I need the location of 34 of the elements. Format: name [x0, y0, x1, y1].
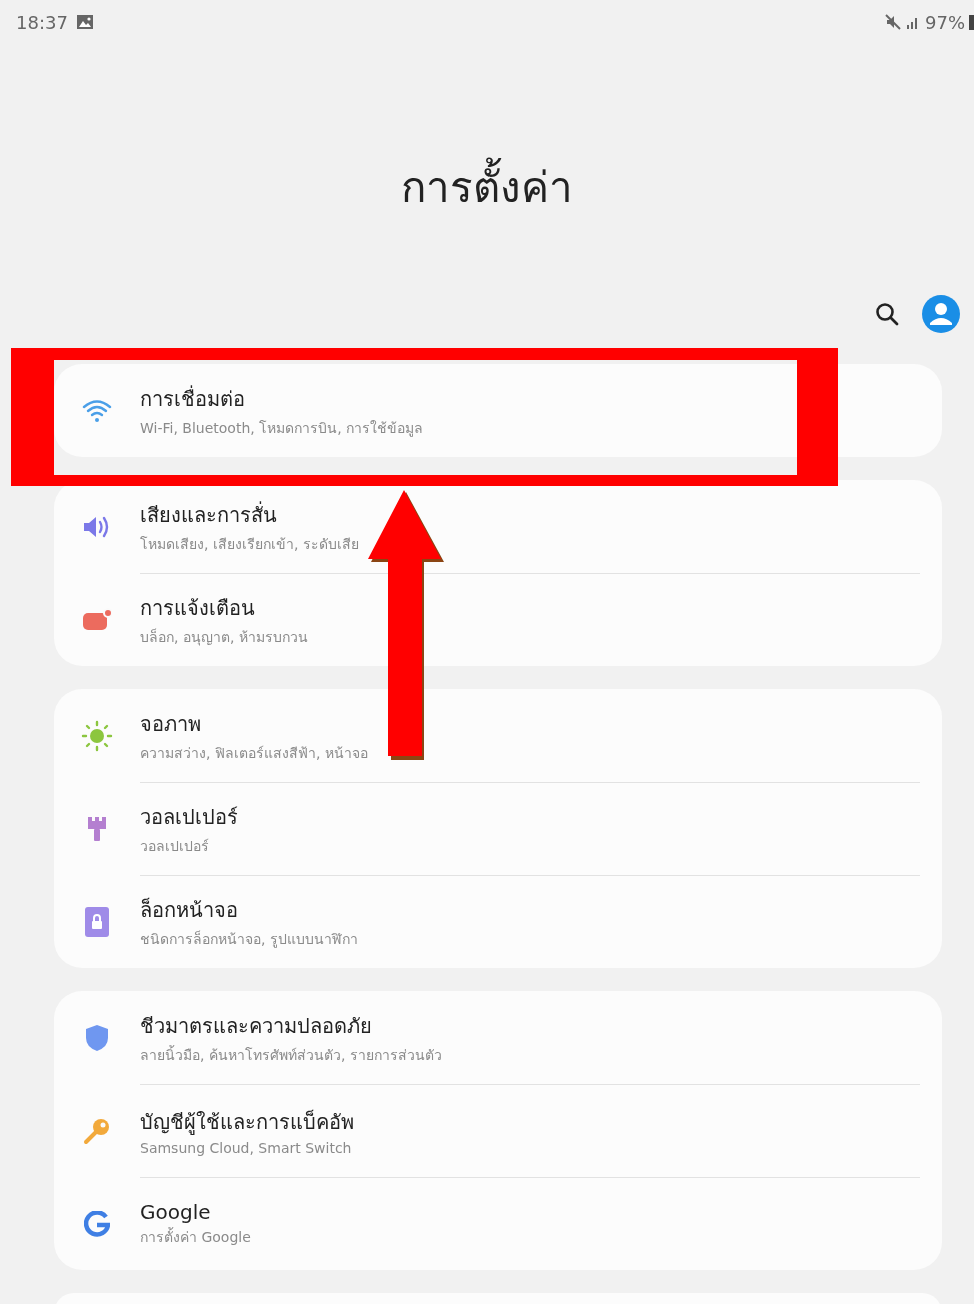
item-title: วอลเปเปอร์ [140, 803, 238, 831]
item-title: เสียงและการสั่น [140, 500, 277, 529]
wifi-icon [82, 398, 112, 423]
page-title: การตั้งค่า [0, 44, 974, 216]
search-icon[interactable] [874, 301, 900, 327]
google-g-icon [84, 1210, 110, 1237]
notification-icon [82, 607, 112, 632]
item-subtitle: Wi-Fi, Bluetooth, โหมดการบิน, การใช้ข้อมูล [140, 418, 424, 439]
lock-icon [84, 905, 110, 938]
item-subtitle: Samsung Cloud, Smart Switch [140, 1139, 352, 1156]
item-title: จอภาพ [140, 710, 201, 738]
item-title: ชีวมาตรและความปลอดภัย [140, 1012, 372, 1040]
sun-icon [81, 719, 113, 752]
key-icon [83, 1116, 111, 1145]
item-subtitle: การตั้งค่า Google [140, 1226, 251, 1247]
image-icon [75, 14, 94, 30]
battery-percent: 97% [925, 11, 965, 33]
shield-icon [85, 1023, 109, 1052]
item-subtitle: ชนิดการล็อกหน้าจอ, รูปแบบนาฬิกา [140, 929, 358, 950]
item-title: ล็อกหน้าจอ [140, 896, 238, 924]
paintbrush-icon [86, 814, 108, 843]
mute-icon [885, 14, 901, 30]
item-subtitle: ความสว่าง, ฟิลเตอร์แสงสีฟ้า, หน้าจอ [140, 743, 368, 763]
item-subtitle: วอลเปเปอร์ [140, 836, 209, 856]
profile-icon[interactable] [922, 295, 960, 333]
item-title: บัญชีผู้ใช้และการแบ็คอัพ [140, 1108, 354, 1137]
item-subtitle: บล็อก, อนุญาต, ห้ามรบกวน [140, 627, 308, 648]
item-subtitle: ลายนิ้วมือ, ค้นหาโทรศัพท์ส่วนตัว, รายการส่วนตัว [140, 1044, 442, 1065]
item-title: การเชื่อมต่อ [140, 384, 245, 413]
item-subtitle: โหมดเสียง, เสียงเรียกเข้า, ระดับเสีย [140, 534, 359, 554]
item-title: การแจ้งเตือน [140, 594, 255, 622]
battery-icon [969, 14, 974, 30]
item-title: Google [140, 1199, 211, 1224]
status-time: 18:37 [16, 11, 68, 33]
